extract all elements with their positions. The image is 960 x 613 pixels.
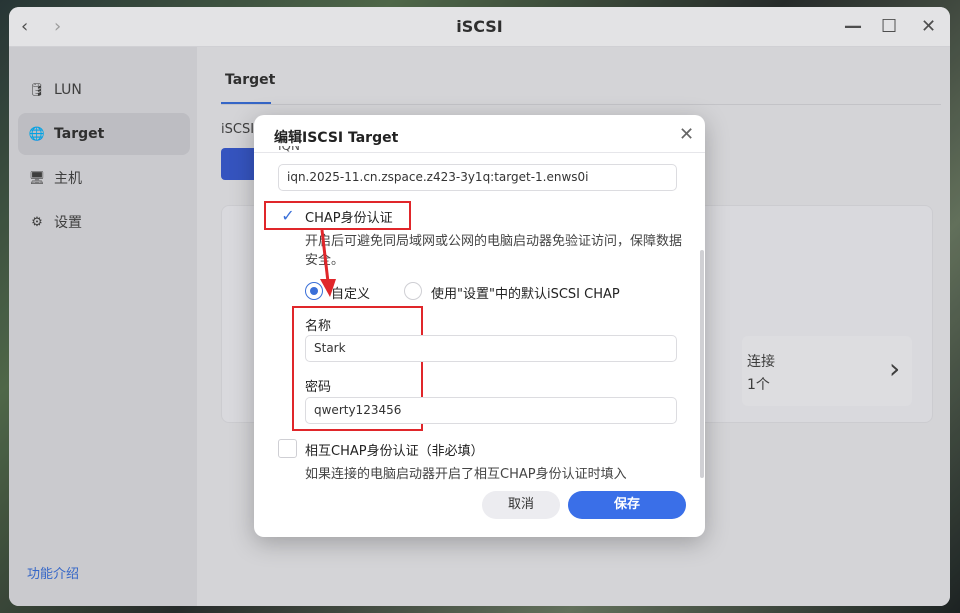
password-label: 密码 [305,380,332,395]
radio-default-chap[interactable] [404,282,422,300]
iqn-field[interactable]: iqn.2025-11.cn.zspace.z423-3y1q:target-1… [278,164,677,191]
password-field[interactable]: qwerty123456 [305,397,677,424]
radio-default-label: 使用"设置"中的默认iSCSI CHAP [431,287,620,302]
radio-custom[interactable] [305,282,323,300]
radio-custom-label: 自定义 [331,287,371,302]
mutual-chap-description: 如果连接的电脑启动器开启了相互CHAP身份认证时填入 [305,467,627,482]
chap-checkbox[interactable]: ✓ [279,207,297,225]
dialog-scrollbar[interactable] [700,250,704,478]
edit-target-dialog: 编辑ISCSI Target ✕ IQN iqn.2025-11.cn.zspa… [254,115,705,537]
cancel-button[interactable]: 取消 [482,491,560,519]
dialog-title: 编辑ISCSI Target [274,130,399,146]
chap-label: CHAP身份认证 [305,211,393,226]
name-field[interactable]: Stark [305,335,677,362]
mutual-chap-checkbox[interactable] [278,439,297,458]
mutual-chap-label: 相互CHAP身份认证（非必填） [305,444,484,459]
name-label: 名称 [305,319,332,334]
close-icon[interactable]: ✕ [679,124,694,145]
save-button[interactable]: 保存 [568,491,686,519]
chap-description: 开启后可避免同局域网或公网的电脑启动器免验证访问，保障数据安全。 [305,234,683,268]
dialog-divider [254,152,705,153]
